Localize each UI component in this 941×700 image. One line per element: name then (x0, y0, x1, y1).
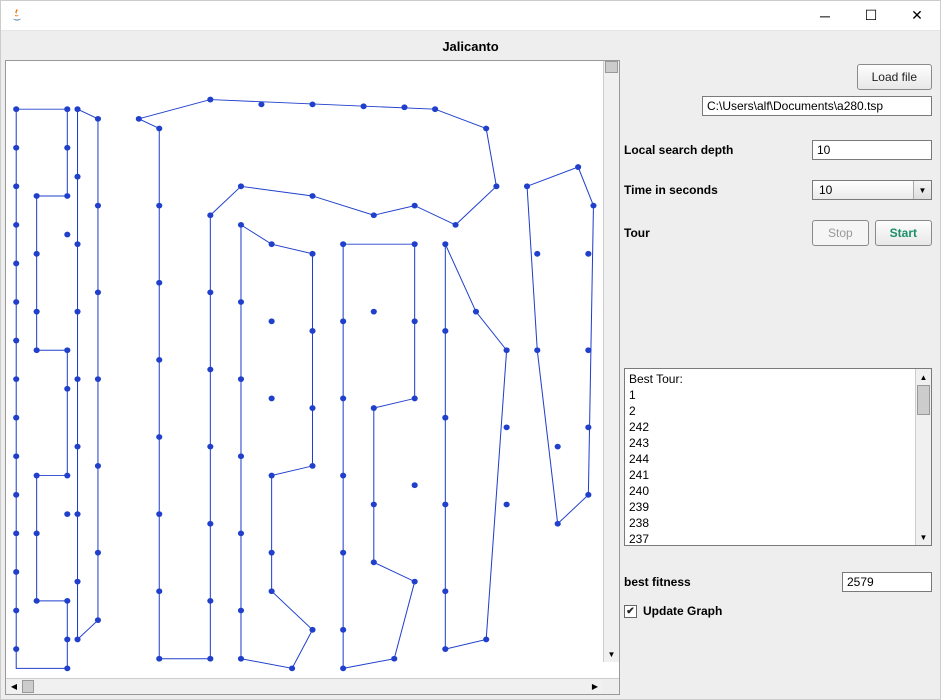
local-search-depth-input[interactable] (812, 140, 932, 160)
graph-panel: ▲ ▼ ◀ ▶ (5, 60, 620, 695)
load-file-button[interactable]: Load file (857, 64, 932, 90)
update-graph-label: Update Graph (643, 604, 722, 618)
graph-horizontal-scrollbar[interactable]: ◀ ▶ (6, 678, 619, 694)
close-button[interactable]: ✕ (894, 1, 940, 30)
file-path-field[interactable] (702, 96, 932, 116)
chevron-down-icon[interactable]: ▼ (913, 181, 931, 199)
start-button[interactable]: Start (875, 220, 932, 246)
time-in-seconds-value: 10 (813, 181, 913, 199)
app-title: Jalicanto (5, 35, 936, 60)
scroll-thumb[interactable] (605, 61, 618, 73)
time-in-seconds-label: Time in seconds (624, 183, 812, 197)
tour-label: Tour (624, 226, 812, 240)
best-fitness-field[interactable] (842, 572, 932, 592)
tsp-graph (6, 61, 619, 678)
output-vertical-scrollbar[interactable]: ▲ ▼ (915, 369, 931, 545)
main-split: ▲ ▼ ◀ ▶ Load file (5, 60, 936, 695)
content-area: Jalicanto (1, 31, 940, 699)
control-panel: Load file Local search depth Time in sec… (624, 60, 936, 695)
scroll-down-icon[interactable]: ▼ (604, 646, 619, 662)
best-tour-text[interactable]: Best Tour: 1 2 242 243 244 241 240 239 2… (625, 369, 915, 545)
best-fitness-label: best fitness (624, 575, 842, 589)
scroll-corner (603, 679, 619, 694)
scroll-down-icon[interactable]: ▼ (916, 529, 931, 545)
time-in-seconds-combo[interactable]: 10 ▼ (812, 180, 932, 200)
app-window: ─ ☐ ✕ Jalicanto (0, 0, 941, 700)
scroll-right-icon[interactable]: ▶ (587, 679, 603, 694)
stop-button[interactable]: Stop (812, 220, 869, 246)
minimize-button[interactable]: ─ (802, 1, 848, 30)
window-controls: ─ ☐ ✕ (802, 1, 940, 30)
update-graph-checkbox[interactable]: ✔ (624, 605, 637, 618)
maximize-button[interactable]: ☐ (848, 1, 894, 30)
scroll-up-icon[interactable]: ▲ (916, 369, 931, 385)
scroll-thumb[interactable] (22, 680, 34, 693)
scroll-thumb[interactable] (917, 385, 930, 415)
titlebar: ─ ☐ ✕ (1, 1, 940, 31)
java-app-icon (9, 8, 25, 24)
graph-canvas-scroll: ▲ ▼ (6, 61, 619, 678)
best-tour-output: Best Tour: 1 2 242 243 244 241 240 239 2… (624, 368, 932, 546)
graph-canvas (6, 61, 619, 678)
scroll-left-icon[interactable]: ◀ (6, 679, 22, 694)
local-search-depth-label: Local search depth (624, 143, 812, 157)
graph-vertical-scrollbar[interactable]: ▲ ▼ (603, 61, 619, 662)
